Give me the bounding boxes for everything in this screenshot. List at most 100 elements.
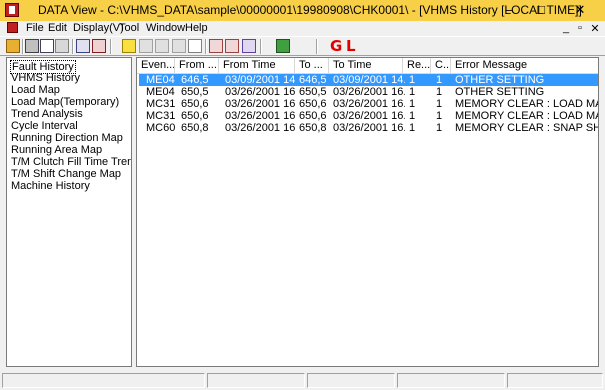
cell-to: 650,5 [299, 86, 327, 98]
l-button[interactable]: L [346, 37, 356, 55]
mdi-minimize-button[interactable]: _ [561, 22, 571, 34]
add-icon[interactable] [122, 39, 136, 53]
menu-file[interactable]: File [26, 22, 44, 34]
import-icon[interactable] [76, 39, 90, 53]
cell-from-time: 03/09/2001 14... [225, 74, 295, 86]
cell-event: MC60 [146, 122, 176, 134]
status-pane [307, 373, 395, 388]
cell-event: MC31 [146, 98, 176, 110]
tree-item-machine-history[interactable]: Machine History [11, 180, 90, 192]
print-icon[interactable] [25, 39, 39, 53]
check-icon[interactable] [242, 39, 256, 53]
toolbar: G L [0, 36, 605, 56]
g-button[interactable]: G [330, 37, 342, 55]
minimize-button[interactable]: – [493, 0, 525, 21]
table-row[interactable]: MC31 650,6 03/26/2001 16... 650,6 03/26/… [139, 110, 598, 122]
document-icon[interactable] [7, 22, 18, 33]
grid-icon[interactable] [188, 39, 202, 53]
tree-item-running-area-map[interactable]: Running Area Map [11, 144, 102, 156]
tree-item-load-map[interactable]: Load Map [11, 84, 60, 96]
category-tree[interactable]: Fault History VHMS History Load Map Load… [6, 57, 132, 367]
toolbar-separator [316, 39, 318, 54]
mdi-restore-button[interactable]: ▫ [575, 22, 585, 34]
tree-item-trend-analysis[interactable]: Trend Analysis [11, 108, 83, 120]
maximize-button[interactable]: □ [525, 0, 557, 21]
cell-from: 650,6 [181, 110, 209, 122]
cell-from-time: 03/26/2001 16... [225, 110, 295, 122]
cell-c: 1 [436, 74, 443, 86]
toolbar-separator [205, 39, 207, 54]
print-preview-icon[interactable] [40, 39, 54, 53]
cell-re: 1 [409, 74, 416, 86]
menu-tool[interactable]: Tool [119, 22, 139, 34]
status-bar [0, 370, 605, 390]
table-row[interactable]: ME04 646,5 03/09/2001 14... 646,5 03/09/… [139, 74, 598, 86]
column-header-to-time[interactable]: To Time [329, 58, 403, 73]
history-grid[interactable]: Even... From ... From Time To ... To Tim… [136, 57, 599, 367]
export-icon[interactable] [209, 39, 223, 53]
title-bar[interactable]: DATA View - C:\VHMS_DATA\sample\00000001… [0, 0, 605, 21]
tree-item-vhms-history[interactable]: VHMS History [11, 72, 80, 84]
column-header-from-time[interactable]: From Time [219, 58, 295, 73]
table-row[interactable]: MC60 650,8 03/26/2001 16... 650,8 03/26/… [139, 122, 598, 134]
app-icon[interactable] [5, 3, 19, 17]
cell-from: 650,6 [181, 98, 209, 110]
refresh-icon[interactable] [172, 39, 186, 53]
cell-error-message: OTHER SETTING [455, 86, 545, 98]
mdi-close-button[interactable]: ✕ [590, 22, 600, 35]
cell-to-time: 03/26/2001 16... [333, 86, 405, 98]
cell-from: 646,5 [181, 74, 209, 86]
cell-event: MC31 [146, 110, 176, 122]
cell-c: 1 [436, 86, 443, 98]
cell-from-time: 03/26/2001 16... [225, 122, 295, 134]
column-header-from[interactable]: From ... [175, 58, 219, 73]
find-icon[interactable] [55, 39, 69, 53]
cell-re: 1 [409, 86, 416, 98]
table-row[interactable]: MC31 650,6 03/26/2001 16... 650,6 03/26/… [139, 98, 598, 110]
menu-window[interactable]: Window [146, 22, 185, 34]
cell-error-message: MEMORY CLEAR : LOAD MAP... [455, 110, 598, 122]
tree-item-cycle-interval[interactable]: Cycle Interval [11, 120, 78, 132]
column-header-error-message[interactable]: Error Message [451, 58, 598, 73]
grid-header: Even... From ... From Time To ... To Tim… [137, 58, 598, 74]
cell-from-time: 03/26/2001 16... [225, 86, 295, 98]
tools-icon[interactable] [92, 39, 106, 53]
column-header-to[interactable]: To ... [295, 58, 329, 73]
column-header-re[interactable]: Re... [403, 58, 431, 73]
menu-edit[interactable]: Edit [48, 22, 67, 34]
cell-from-time: 03/26/2001 16... [225, 98, 295, 110]
cell-event: ME04 [146, 86, 175, 98]
cell-to-time: 03/26/2001 16... [333, 110, 405, 122]
cell-re: 1 [409, 98, 416, 110]
cell-to-time: 03/26/2001 16... [333, 122, 405, 134]
menu-help[interactable]: Help [185, 22, 208, 34]
export-all-icon[interactable] [225, 39, 239, 53]
close-button[interactable]: ✕ [557, 0, 603, 21]
table-row[interactable]: ME04 650,5 03/26/2001 16... 650,5 03/26/… [139, 86, 598, 98]
tree-item-clutch-fill-time-trend[interactable]: T/M Clutch Fill Time Trend [11, 156, 131, 168]
tree-item-load-map-temporary[interactable]: Load Map(Temporary) [11, 96, 119, 108]
cell-to: 650,6 [299, 98, 327, 110]
toolbar-separator [260, 39, 262, 54]
cell-re: 1 [409, 110, 416, 122]
flag-icon[interactable] [276, 39, 290, 53]
cell-event: ME04 [146, 74, 175, 86]
copy-icon[interactable] [139, 39, 153, 53]
toolbar-separator [22, 39, 24, 54]
cell-c: 1 [436, 98, 443, 110]
status-pane [207, 373, 305, 388]
tree-item-running-direction-map[interactable]: Running Direction Map [11, 132, 123, 144]
cell-error-message: MEMORY CLEAR : SNAP SHOT [455, 122, 598, 134]
menu-display[interactable]: Display(V) [73, 22, 124, 34]
cell-to: 650,8 [299, 122, 327, 134]
cell-from: 650,8 [181, 122, 209, 134]
cell-c: 1 [436, 122, 443, 134]
column-header-c[interactable]: C... [431, 58, 451, 73]
open-folder-icon[interactable] [6, 39, 20, 53]
cell-error-message: OTHER SETTING [455, 74, 545, 86]
tree-item-shift-change-map[interactable]: T/M Shift Change Map [11, 168, 121, 180]
status-pane [2, 373, 205, 388]
column-header-event[interactable]: Even... [137, 58, 175, 73]
paste-icon[interactable] [155, 39, 169, 53]
menu-bar: File Edit Display(V) Tool Window Help _ … [0, 21, 605, 36]
